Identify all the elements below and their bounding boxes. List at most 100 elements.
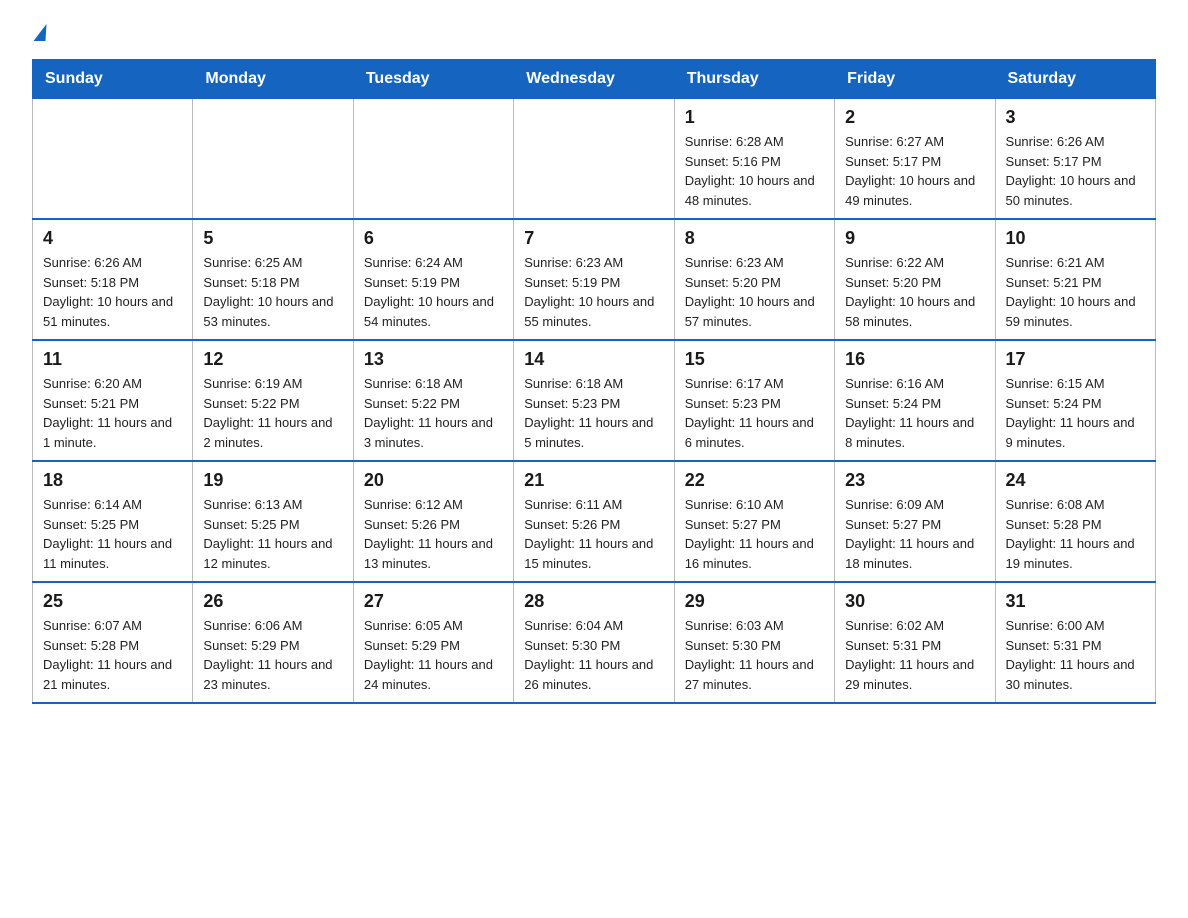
day-info: Sunrise: 6:09 AMSunset: 5:27 PMDaylight:… xyxy=(845,495,984,573)
col-header-wednesday: Wednesday xyxy=(514,60,674,99)
day-number: 3 xyxy=(1006,107,1145,128)
day-cell: 6 Sunrise: 6:24 AMSunset: 5:19 PMDaylight… xyxy=(353,219,513,340)
day-number: 6 xyxy=(364,228,503,249)
day-info: Sunrise: 6:07 AMSunset: 5:28 PMDaylight:… xyxy=(43,616,182,694)
day-info: Sunrise: 6:21 AMSunset: 5:21 PMDaylight:… xyxy=(1006,253,1145,331)
day-info: Sunrise: 6:18 AMSunset: 5:22 PMDaylight:… xyxy=(364,374,503,452)
day-cell: 20 Sunrise: 6:12 AMSunset: 5:26 PMDayligh… xyxy=(353,461,513,582)
day-cell: 7 Sunrise: 6:23 AMSunset: 5:19 PMDaylight… xyxy=(514,219,674,340)
day-cell: 22 Sunrise: 6:10 AMSunset: 5:27 PMDayligh… xyxy=(674,461,834,582)
day-number: 15 xyxy=(685,349,824,370)
day-info: Sunrise: 6:18 AMSunset: 5:23 PMDaylight:… xyxy=(524,374,663,452)
day-info: Sunrise: 6:23 AMSunset: 5:20 PMDaylight:… xyxy=(685,253,824,331)
day-cell: 21 Sunrise: 6:11 AMSunset: 5:26 PMDayligh… xyxy=(514,461,674,582)
day-info: Sunrise: 6:12 AMSunset: 5:26 PMDaylight:… xyxy=(364,495,503,573)
day-cell: 8 Sunrise: 6:23 AMSunset: 5:20 PMDaylight… xyxy=(674,219,834,340)
day-info: Sunrise: 6:10 AMSunset: 5:27 PMDaylight:… xyxy=(685,495,824,573)
day-info: Sunrise: 6:20 AMSunset: 5:21 PMDaylight:… xyxy=(43,374,182,452)
logo xyxy=(32,24,47,41)
week-row-5: 25 Sunrise: 6:07 AMSunset: 5:28 PMDayligh… xyxy=(33,582,1156,703)
day-info: Sunrise: 6:23 AMSunset: 5:19 PMDaylight:… xyxy=(524,253,663,331)
day-cell: 13 Sunrise: 6:18 AMSunset: 5:22 PMDayligh… xyxy=(353,340,513,461)
day-info: Sunrise: 6:03 AMSunset: 5:30 PMDaylight:… xyxy=(685,616,824,694)
week-row-1: 1 Sunrise: 6:28 AMSunset: 5:16 PMDaylight… xyxy=(33,99,1156,220)
day-cell: 12 Sunrise: 6:19 AMSunset: 5:22 PMDayligh… xyxy=(193,340,353,461)
day-number: 14 xyxy=(524,349,663,370)
day-number: 24 xyxy=(1006,470,1145,491)
day-cell: 10 Sunrise: 6:21 AMSunset: 5:21 PMDayligh… xyxy=(995,219,1155,340)
day-info: Sunrise: 6:08 AMSunset: 5:28 PMDaylight:… xyxy=(1006,495,1145,573)
day-number: 20 xyxy=(364,470,503,491)
day-cell: 19 Sunrise: 6:13 AMSunset: 5:25 PMDayligh… xyxy=(193,461,353,582)
day-number: 31 xyxy=(1006,591,1145,612)
day-number: 25 xyxy=(43,591,182,612)
day-number: 4 xyxy=(43,228,182,249)
day-info: Sunrise: 6:13 AMSunset: 5:25 PMDaylight:… xyxy=(203,495,342,573)
day-cell: 23 Sunrise: 6:09 AMSunset: 5:27 PMDayligh… xyxy=(835,461,995,582)
day-info: Sunrise: 6:15 AMSunset: 5:24 PMDaylight:… xyxy=(1006,374,1145,452)
day-cell xyxy=(193,99,353,220)
day-cell: 3 Sunrise: 6:26 AMSunset: 5:17 PMDaylight… xyxy=(995,99,1155,220)
day-number: 5 xyxy=(203,228,342,249)
day-cell: 15 Sunrise: 6:17 AMSunset: 5:23 PMDayligh… xyxy=(674,340,834,461)
day-info: Sunrise: 6:17 AMSunset: 5:23 PMDaylight:… xyxy=(685,374,824,452)
day-cell xyxy=(514,99,674,220)
col-header-monday: Monday xyxy=(193,60,353,99)
day-cell: 18Sunrise: 6:14 AMSunset: 5:25 PMDayligh… xyxy=(33,461,193,582)
week-row-2: 4 Sunrise: 6:26 AMSunset: 5:18 PMDaylight… xyxy=(33,219,1156,340)
day-number: 12 xyxy=(203,349,342,370)
week-row-4: 18Sunrise: 6:14 AMSunset: 5:25 PMDayligh… xyxy=(33,461,1156,582)
day-info: Sunrise: 6:26 AMSunset: 5:17 PMDaylight:… xyxy=(1006,132,1145,210)
day-cell: 2 Sunrise: 6:27 AMSunset: 5:17 PMDaylight… xyxy=(835,99,995,220)
day-cell: 31 Sunrise: 6:00 AMSunset: 5:31 PMDayligh… xyxy=(995,582,1155,703)
col-header-sunday: Sunday xyxy=(33,60,193,99)
day-number: 7 xyxy=(524,228,663,249)
day-cell: 30Sunrise: 6:02 AMSunset: 5:31 PMDayligh… xyxy=(835,582,995,703)
day-info: Sunrise: 6:22 AMSunset: 5:20 PMDaylight:… xyxy=(845,253,984,331)
day-number: 9 xyxy=(845,228,984,249)
day-number: 21 xyxy=(524,470,663,491)
day-number: 27 xyxy=(364,591,503,612)
day-number: 8 xyxy=(685,228,824,249)
day-cell xyxy=(353,99,513,220)
day-number: 11 xyxy=(43,349,182,370)
day-number: 1 xyxy=(685,107,824,128)
day-info: Sunrise: 6:16 AMSunset: 5:24 PMDaylight:… xyxy=(845,374,984,452)
day-number: 17 xyxy=(1006,349,1145,370)
day-number: 28 xyxy=(524,591,663,612)
day-info: Sunrise: 6:27 AMSunset: 5:17 PMDaylight:… xyxy=(845,132,984,210)
day-cell: 4 Sunrise: 6:26 AMSunset: 5:18 PMDaylight… xyxy=(33,219,193,340)
day-number: 16 xyxy=(845,349,984,370)
day-info: Sunrise: 6:05 AMSunset: 5:29 PMDaylight:… xyxy=(364,616,503,694)
day-info: Sunrise: 6:26 AMSunset: 5:18 PMDaylight:… xyxy=(43,253,182,331)
day-number: 23 xyxy=(845,470,984,491)
day-info: Sunrise: 6:04 AMSunset: 5:30 PMDaylight:… xyxy=(524,616,663,694)
day-info: Sunrise: 6:25 AMSunset: 5:18 PMDaylight:… xyxy=(203,253,342,331)
day-info: Sunrise: 6:11 AMSunset: 5:26 PMDaylight:… xyxy=(524,495,663,573)
calendar-table: SundayMondayTuesdayWednesdayThursdayFrid… xyxy=(32,59,1156,704)
day-number: 22 xyxy=(685,470,824,491)
day-info: Sunrise: 6:19 AMSunset: 5:22 PMDaylight:… xyxy=(203,374,342,452)
day-info: Sunrise: 6:06 AMSunset: 5:29 PMDaylight:… xyxy=(203,616,342,694)
day-number: 18 xyxy=(43,470,182,491)
day-cell: 16 Sunrise: 6:16 AMSunset: 5:24 PMDayligh… xyxy=(835,340,995,461)
day-cell: 1 Sunrise: 6:28 AMSunset: 5:16 PMDaylight… xyxy=(674,99,834,220)
day-number: 2 xyxy=(845,107,984,128)
day-info: Sunrise: 6:24 AMSunset: 5:19 PMDaylight:… xyxy=(364,253,503,331)
day-cell: 28 Sunrise: 6:04 AMSunset: 5:30 PMDayligh… xyxy=(514,582,674,703)
day-cell: 9 Sunrise: 6:22 AMSunset: 5:20 PMDaylight… xyxy=(835,219,995,340)
day-cell: 17 Sunrise: 6:15 AMSunset: 5:24 PMDayligh… xyxy=(995,340,1155,461)
day-number: 19 xyxy=(203,470,342,491)
day-number: 10 xyxy=(1006,228,1145,249)
day-number: 29 xyxy=(685,591,824,612)
day-cell: 25 Sunrise: 6:07 AMSunset: 5:28 PMDayligh… xyxy=(33,582,193,703)
day-info: Sunrise: 6:28 AMSunset: 5:16 PMDaylight:… xyxy=(685,132,824,210)
day-number: 13 xyxy=(364,349,503,370)
col-header-thursday: Thursday xyxy=(674,60,834,99)
day-cell: 24 Sunrise: 6:08 AMSunset: 5:28 PMDayligh… xyxy=(995,461,1155,582)
day-info: Sunrise: 6:02 AMSunset: 5:31 PMDaylight:… xyxy=(845,616,984,694)
day-info: Sunrise: 6:00 AMSunset: 5:31 PMDaylight:… xyxy=(1006,616,1145,694)
col-header-friday: Friday xyxy=(835,60,995,99)
col-header-tuesday: Tuesday xyxy=(353,60,513,99)
col-header-saturday: Saturday xyxy=(995,60,1155,99)
